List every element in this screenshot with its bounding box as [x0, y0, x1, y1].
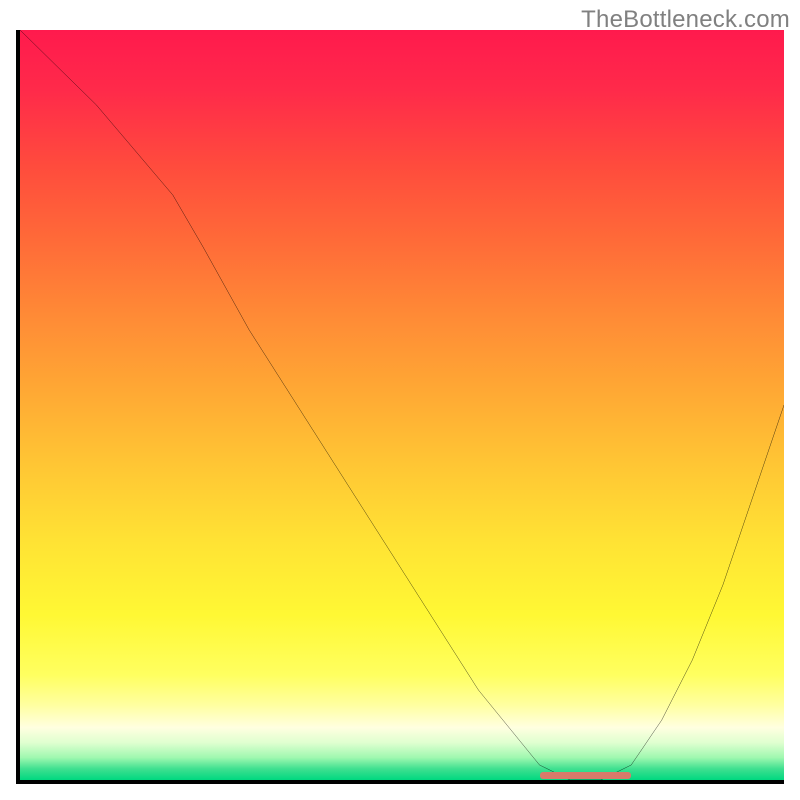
optimal-range-marker — [540, 772, 632, 779]
watermark-text: TheBottleneck.com — [581, 6, 790, 34]
chart-container: TheBottleneck.com — [0, 0, 800, 800]
bottleneck-gradient-bg — [20, 30, 784, 780]
plot-area — [16, 30, 784, 784]
